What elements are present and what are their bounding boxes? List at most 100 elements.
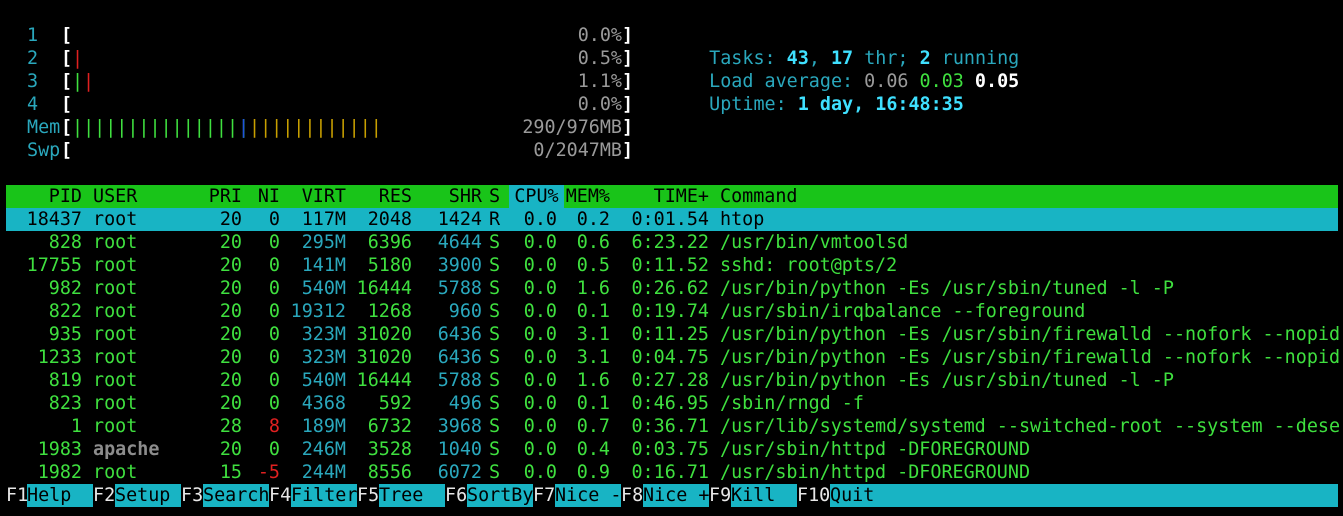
cell-virt: 244M <box>301 462 346 483</box>
cell-shr: 6436 <box>437 347 482 368</box>
cell-s: S <box>489 347 501 368</box>
cell-virt: 189M <box>301 416 346 437</box>
column-header-pid[interactable]: PID <box>6 185 82 208</box>
process-row[interactable]: 982 root 20 0 540M 16444 5788 S 0.0 1.6 0:26.62/us… <box>6 277 1338 300</box>
cell-pid: 18437 <box>26 209 82 230</box>
filter-button[interactable]: Filter <box>291 484 357 507</box>
cell-s: S <box>489 416 501 437</box>
process-row[interactable]: 935 root 20 0 323M 31020 6436 S 0.0 3.1 0:11.25/us… <box>6 323 1340 346</box>
cpu-meter-4: 4 [ 0.0% ] <box>0 93 633 116</box>
cell-ni: 0 <box>268 393 280 414</box>
cell-s: S <box>489 462 501 483</box>
cell-cpu: 0.0 <box>523 324 557 345</box>
cell-shr: 3900 <box>437 255 482 276</box>
cell-pid: 935 <box>48 324 82 345</box>
meter-open-bracket: [ <box>61 48 73 69</box>
cell-command: /usr/bin/python -Es /usr/sbin/firewalld … <box>720 347 1341 368</box>
meter-open-bracket: [ <box>61 25 73 46</box>
mem-buffers-bar: | <box>238 117 250 138</box>
cell-shr: 6072 <box>437 462 482 483</box>
process-row[interactable]: 822 root 20 0 19312 1268 960 S 0.0 0.1 0:19.74/usr… <box>6 300 1338 323</box>
column-header-pri[interactable]: PRI <box>186 185 242 208</box>
cell-pid: 1233 <box>37 347 82 368</box>
cell-command: /sbin/rngd -f <box>720 393 864 414</box>
uptime-label: Uptime: <box>709 94 787 115</box>
cell-mem: 0.2 <box>576 209 610 230</box>
process-row[interactable]: 1233 root 20 0 323M 31020 6436 S 0.0 3.1 0:04.75/u… <box>6 346 1341 369</box>
cell-time: 0:11.52 <box>631 255 709 276</box>
cell-ni: 0 <box>268 370 280 391</box>
cell-pid: 1982 <box>37 462 82 483</box>
function-key: F4 <box>269 485 292 506</box>
cell-cpu: 0.0 <box>523 255 557 276</box>
column-header-shr[interactable]: SHR <box>421 185 482 208</box>
help-button[interactable]: Help <box>27 484 93 507</box>
cell-command: /usr/bin/python -Es /usr/sbin/tuned -l -… <box>720 278 1174 299</box>
cell-res: 2048 <box>367 209 412 230</box>
cpu-usage-bar: | <box>72 48 84 69</box>
mem-meter-label: Mem <box>27 117 61 138</box>
cell-res: 1268 <box>367 301 412 322</box>
mem-meter-value: 290/976MB <box>522 117 622 138</box>
process-row[interactable]: 823 root 20 0 4368 592 496 S 0.0 0.1 0:46.95/sbin/… <box>6 392 1338 415</box>
column-header-state[interactable]: S <box>489 185 500 208</box>
cell-mem: 0.1 <box>576 301 610 322</box>
cell-cpu: 0.0 <box>523 209 557 230</box>
cell-pri: 28 <box>219 416 242 437</box>
cell-pid: 823 <box>48 393 82 414</box>
cell-user: root <box>93 324 138 345</box>
column-header-user[interactable]: USER <box>93 185 137 208</box>
cell-mem: 3.1 <box>576 347 610 368</box>
tree-button[interactable]: Tree <box>379 484 445 507</box>
process-row[interactable]: 828 root 20 0 295M 6396 4644 S 0.0 0.6 6:23.22/usr… <box>6 231 1338 254</box>
column-header-command[interactable]: Command <box>720 185 798 208</box>
cell-mem: 0.6 <box>576 232 610 253</box>
cell-pid: 1 <box>70 416 82 437</box>
cell-mem: 0.7 <box>576 416 610 437</box>
cell-shr: 496 <box>448 393 482 414</box>
process-row[interactable]: 819 root 20 0 540M 16444 5788 S 0.0 1.6 0:27.28/us… <box>6 369 1338 392</box>
cell-pri: 20 <box>219 347 242 368</box>
function-key: F10 <box>797 485 831 506</box>
nice-minus-button[interactable]: Nice - <box>555 484 621 507</box>
setup-button[interactable]: Setup <box>115 484 181 507</box>
process-row[interactable]: 1982 root 15 -5 244M 8556 6072 S 0.0 0.9 0:16.71/u… <box>6 461 1338 484</box>
cell-s: R <box>489 209 501 230</box>
process-row-selected[interactable]: 18437 root 20 0 117M 2048 1424 R 0.0 0.2 0:01.54 ht… <box>6 208 1338 231</box>
quit-button[interactable]: Quit <box>830 484 1338 507</box>
cell-ni: 8 <box>268 416 280 437</box>
cell-s: S <box>489 324 501 345</box>
cell-res: 5180 <box>367 255 412 276</box>
sortby-button[interactable]: SortBy <box>467 484 533 507</box>
column-header-virt[interactable]: VIRT <box>286 185 346 208</box>
meter-open-bracket: [ <box>61 94 73 115</box>
cpu-meter-label: 2 <box>27 48 39 69</box>
cell-shr: 3968 <box>437 416 482 437</box>
column-header-res[interactable]: RES <box>351 185 412 208</box>
cell-pri: 20 <box>219 278 242 299</box>
process-row[interactable]: 1983 apache 20 0 246M 3528 1040 S 0.0 0.4 0:03.75 /… <box>6 438 1338 461</box>
meter-close-bracket: ] <box>622 94 634 115</box>
uptime-value: 1 day, 16:48:35 <box>797 94 964 115</box>
nice-plus-button[interactable]: Nice + <box>643 484 709 507</box>
meter-open-bracket: [ <box>61 140 73 161</box>
column-header-cpu[interactable]: CPU% <box>509 185 564 208</box>
cell-res: 16444 <box>356 370 412 391</box>
cell-s: S <box>489 370 501 391</box>
cell-mem: 3.1 <box>576 324 610 345</box>
column-header-time[interactable]: TIME+ <box>626 185 709 208</box>
kill-button[interactable]: Kill <box>731 484 797 507</box>
process-row[interactable]: 17755 root 20 0 141M 5180 3900 S 0.0 0.5 0:11.52 ss… <box>6 254 1338 277</box>
cell-res: 31020 <box>356 347 412 368</box>
cell-ni: 0 <box>268 347 280 368</box>
cell-s: S <box>489 301 501 322</box>
search-button[interactable]: Search <box>203 484 269 507</box>
cell-mem: 1.6 <box>576 278 610 299</box>
process-row[interactable]: 1 root 28 8 189M 6732 3968 S 0.0 0.7 0:36.71/usr/l… <box>6 415 1340 438</box>
cell-command: /usr/sbin/httpd -DFOREGROUND <box>720 462 1031 483</box>
cpu-meter-label: 4 <box>27 94 39 115</box>
cpu-meter-value: 0.5% <box>577 48 622 69</box>
column-header-mem[interactable]: MEM% <box>564 185 610 208</box>
cpu-meter-1: 1 [ 0.0% ] <box>0 24 633 47</box>
column-header-ni[interactable]: NI <box>246 185 280 208</box>
